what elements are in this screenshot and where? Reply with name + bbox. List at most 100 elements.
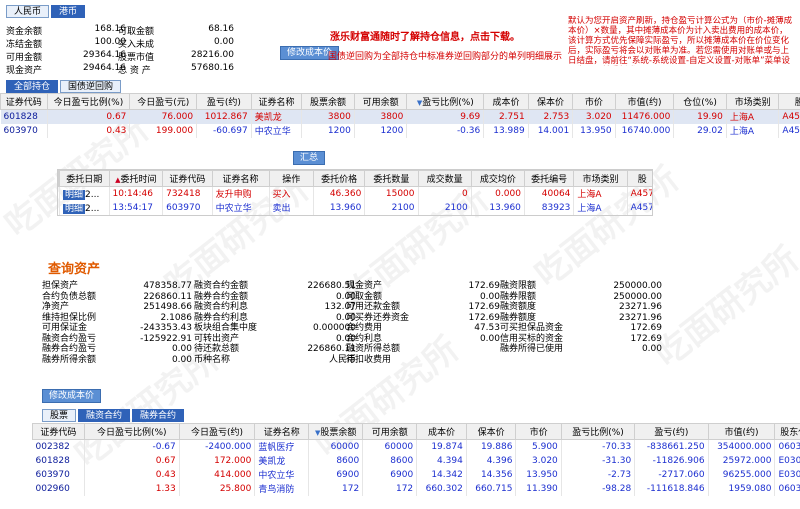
label: 可取金额	[346, 291, 383, 302]
table-row[interactable]: 明细 2... 13:54:17 603970 中农立华 卖出 13.960 21…	[58, 200, 652, 215]
detail-button[interactable]: 明细	[63, 190, 86, 201]
col-header[interactable]: 成本价	[483, 93, 529, 110]
col-header[interactable]: 证券名称	[211, 170, 270, 187]
col-header[interactable]: 盈亏比例(%)	[560, 423, 636, 440]
col-header[interactable]: 今日盈亏(元)	[129, 93, 198, 110]
col-header[interactable]: 成交均价	[470, 170, 525, 187]
tab-margin-contracts[interactable]: 融资合约	[78, 409, 131, 422]
cell: 660.302	[416, 481, 467, 496]
tab-hkd[interactable]: 港币	[51, 5, 86, 18]
col-header[interactable]: 今日盈亏比例(%)	[83, 423, 180, 440]
cell: 0603	[774, 481, 800, 496]
value: 人民币	[328, 354, 356, 365]
cell[interactable]: 明细 2...	[59, 186, 110, 201]
col-header[interactable]: ▲委托时间	[108, 170, 164, 187]
value: 132.07	[324, 302, 357, 312]
col-header[interactable]: 可用余额	[353, 93, 408, 110]
col-header[interactable]: 证券代码	[0, 93, 48, 110]
col-header[interactable]: 市价	[515, 423, 562, 440]
label: 融资合约利息	[194, 302, 249, 312]
table-row[interactable]: 601828 0.67 76.000 1012.867 美凯龙 3800 380…	[0, 109, 800, 124]
col-header[interactable]: 盈亏(约)	[634, 423, 709, 440]
col-header[interactable]: 委托价格	[312, 170, 366, 187]
cell: -2400.000	[179, 439, 256, 454]
value: 0.00	[171, 344, 192, 354]
cell: 2.751	[483, 109, 529, 124]
col-header[interactable]: 委托编号	[523, 170, 575, 187]
col-header[interactable]: 今日盈亏比例(%)	[46, 93, 131, 110]
summary-button[interactable]: 汇总	[293, 151, 326, 165]
label: 融券所得余额	[42, 354, 97, 365]
col-header[interactable]: 成交数量	[417, 170, 472, 187]
table-row[interactable]: 002960 1.33 25.800 青鸟消防 172 172 660.302 …	[32, 481, 800, 496]
cell: 卖出	[269, 200, 314, 215]
col-header[interactable]: 保本价	[527, 93, 574, 110]
label: 可买券还券资金	[346, 312, 410, 323]
credit-modify-cost-button[interactable]: 修改成本价	[42, 389, 102, 403]
col-header[interactable]: 市值(约)	[614, 93, 675, 110]
table-row[interactable]: 明细 2... 10:14:46 732418 友升申购 买入 46.360 15…	[58, 186, 652, 201]
tab-short-contracts[interactable]: 融券合约	[132, 409, 185, 422]
tab-rmb[interactable]: 人民币	[6, 5, 50, 18]
col-header[interactable]: 股东代码	[774, 423, 800, 440]
tab-stocks[interactable]: 股票	[42, 409, 77, 422]
cell: 中农立华	[254, 467, 310, 482]
value: 29464.16	[83, 63, 126, 73]
cell: 上海A	[726, 123, 780, 138]
cell: 13.950	[572, 123, 616, 138]
table-row[interactable]: 603970 0.43 414.000 中农立华 6900 6900 14.34…	[32, 467, 800, 482]
col-header[interactable]: 股票余额	[301, 93, 355, 110]
cell: 青鸟消防	[254, 481, 310, 496]
col-header[interactable]: 今日盈亏(约)	[178, 423, 256, 440]
credit-positions-grid: 证券代码 今日盈亏比例(%) 今日盈亏(约) 证券名称 ▼股票余额 可用余额 成…	[32, 423, 800, 496]
value: 2.1086	[160, 312, 193, 323]
value: 172.69	[468, 281, 501, 291]
cell: 0603	[774, 439, 800, 454]
col-header[interactable]: 股	[626, 170, 652, 187]
detail-button[interactable]: 明细	[63, 204, 86, 214]
account-summary-left: 资金余额 168.16 冻结金额 100.00 可用金额 29364.16 现金资产 2…	[6, 24, 126, 76]
col-header[interactable]: 证券代码	[162, 170, 213, 187]
promo-link[interactable]: 涨乐财富通随时了解持仓信息，点击下载。	[330, 28, 520, 43]
table-row[interactable]: 603970 0.43 199.000 -60.697 中农立华 1200 12…	[0, 123, 800, 138]
value: 172.69	[630, 333, 663, 344]
value: 0.00	[335, 312, 356, 323]
tab-repo[interactable]: 国债逆回购	[60, 80, 122, 93]
col-header[interactable]: 成本价	[416, 423, 467, 440]
label: 维持担保比例	[42, 312, 97, 323]
col-header[interactable]: 委托数量	[364, 170, 419, 187]
col-header[interactable]: 盈亏(约)	[196, 93, 252, 110]
col-header[interactable]: 市值(约)	[707, 423, 776, 440]
col-header[interactable]: 操作	[268, 170, 314, 187]
cell: 14.001	[528, 123, 574, 138]
cell: 1012.867	[196, 109, 252, 124]
col-header[interactable]: 证券名称	[250, 93, 303, 110]
value: 0.00	[335, 291, 356, 302]
value: 0.000000	[313, 323, 356, 333]
col-header[interactable]: ▼股票余额	[308, 423, 364, 440]
col-header[interactable]: 证券代码	[32, 423, 85, 440]
col-header[interactable]: ▼盈亏比例(%)	[406, 93, 485, 110]
table-row[interactable]: 002382 -0.67 -2400.000 蓝帆医疗 60000 60000 …	[32, 439, 800, 454]
col-header[interactable]: 股	[778, 93, 800, 110]
tab-all-positions[interactable]: 全部持仓	[6, 80, 59, 93]
col-header[interactable]: 市价	[572, 93, 616, 110]
table-row[interactable]: 601828 0.67 172.000 美凯龙 8600 8600 4.394 …	[32, 453, 800, 468]
col-header[interactable]: 委托日期	[59, 170, 110, 187]
col-header[interactable]: 可用余额	[362, 423, 418, 440]
cell: 13.950	[515, 467, 562, 482]
cell[interactable]: 明细 2...	[59, 200, 110, 215]
col-header[interactable]: 保本价	[465, 423, 517, 440]
col-header[interactable]: 市场类别	[573, 170, 628, 187]
value: 172.69	[468, 312, 501, 323]
label: 股票市值	[118, 53, 155, 63]
value: 0.00	[641, 344, 662, 354]
col-header[interactable]: 市场类别	[725, 93, 780, 110]
cell: 中农立华	[251, 123, 303, 138]
cell: 美凯龙	[254, 453, 310, 468]
col-header[interactable]: 仓位(%)	[673, 93, 727, 110]
col-header[interactable]: 证券名称	[254, 423, 310, 440]
value: 251498.66	[143, 302, 192, 312]
cell: -0.67	[84, 439, 180, 454]
label: 合约费用	[346, 323, 383, 333]
